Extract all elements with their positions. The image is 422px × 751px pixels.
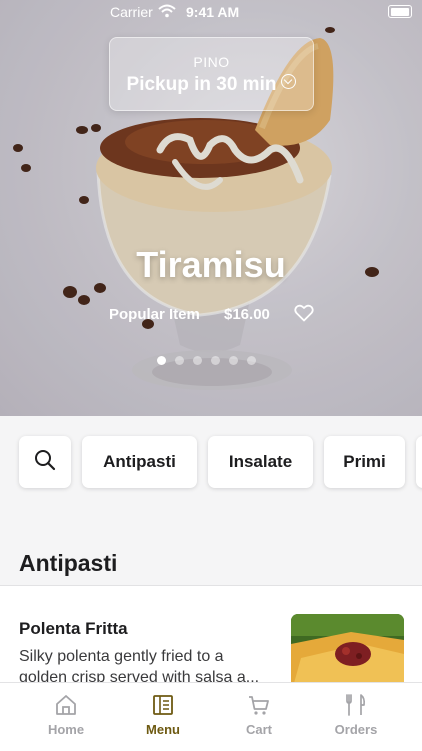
store-name: PINO [193,54,230,70]
category-chip-primi[interactable]: Primi [324,436,405,488]
status-bar: Carrier 9:41 AM [0,0,422,24]
menu-item-list: Polenta Fritta Silky polenta gently frie… [0,586,422,682]
category-chip-more[interactable] [416,436,422,488]
search-button[interactable] [19,436,71,488]
item-description: Silky polenta gently fried to a golden c… [19,648,260,682]
chevron-down-icon [281,74,297,89]
category-chip-antipasti[interactable]: Antipasti [82,436,197,488]
carousel-dot[interactable] [157,356,166,365]
tab-menu[interactable]: Menu [123,693,203,737]
home-icon [56,695,76,715]
battery-icon [388,5,412,18]
heart-icon[interactable] [294,304,314,327]
item-thumbnail [291,614,404,682]
wifi-icon [158,4,176,21]
tab-bar: Home Menu Cart Orders [0,682,422,751]
tab-label: Cart [245,722,272,737]
orders-icon [346,694,366,716]
tab-label: Orders [334,722,378,737]
section-title: Antipasti [19,550,118,576]
menu-icon [153,695,173,715]
pickup-time: Pickup in 30 min [126,74,277,95]
tab-cart[interactable]: Cart [219,693,299,737]
featured-item-title: Tiramisu [136,244,286,285]
tab-home[interactable]: Home [26,693,106,737]
cart-icon [249,696,269,715]
tab-orders[interactable]: Orders [316,693,396,737]
clock: 9:41 AM [186,4,240,20]
carousel-dot[interactable] [229,356,238,365]
search-icon [33,448,57,477]
featured-item-tag: Popular Item [109,306,200,323]
carousel-dot[interactable] [211,356,220,365]
item-name: Polenta Fritta [19,619,128,638]
carousel-dot[interactable] [175,356,184,365]
hero-banner[interactable]: Carrier 9:41 AM PINO Pickup in 30 min Ti… [0,0,422,416]
carousel-dot[interactable] [247,356,256,365]
carousel-dot[interactable] [193,356,202,365]
category-chip-insalate[interactable]: Insalate [208,436,313,488]
pickup-selector[interactable]: PINO Pickup in 30 min [109,37,314,111]
category-bar: Antipasti Insalate Primi [0,436,422,490]
tab-label: Menu [146,722,180,737]
carrier-label: Carrier [110,4,153,20]
carousel-dots[interactable] [157,352,265,370]
featured-item-price: $16.00 [224,306,270,323]
tab-label: Home [47,722,85,737]
